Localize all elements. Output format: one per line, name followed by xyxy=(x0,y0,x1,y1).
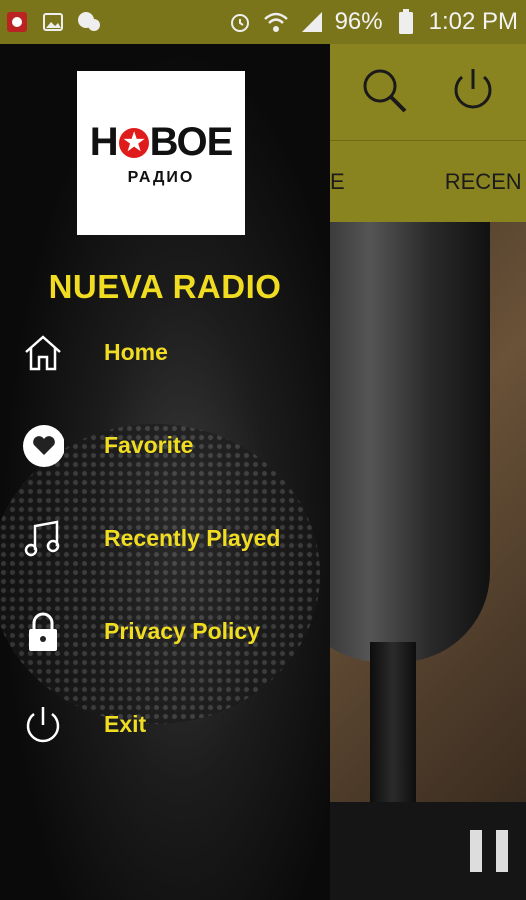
home-icon xyxy=(22,332,64,374)
pause-icon[interactable] xyxy=(470,830,508,872)
station-logo: Н ★ ВОЕ РАДИО xyxy=(77,71,245,235)
menu-item-recently-played[interactable]: Recently Played xyxy=(0,492,330,585)
battery-icon xyxy=(393,9,419,35)
alarm-icon xyxy=(227,9,253,35)
menu-item-privacy-policy[interactable]: Privacy Policy xyxy=(0,585,330,678)
menu-item-exit[interactable]: Exit xyxy=(0,678,330,771)
heart-icon xyxy=(22,424,64,467)
menu-label-privacy-policy: Privacy Policy xyxy=(104,618,260,644)
search-icon[interactable] xyxy=(358,64,410,121)
drawer-menu: Home Favorite Recently Played Privacy Po… xyxy=(0,306,330,771)
navigation-drawer: Н ★ ВОЕ РАДИО NUEVA RADIO Home Favorite Re… xyxy=(0,44,330,900)
chat-notification-icon xyxy=(76,9,102,35)
logo-wordmark: Н ★ ВОЕ xyxy=(89,119,234,164)
tab-recent[interactable]: RECEN xyxy=(445,169,522,195)
menu-label-home: Home xyxy=(104,339,168,365)
app-tabs: E RECEN xyxy=(330,140,526,222)
lock-icon xyxy=(22,611,64,653)
power-icon xyxy=(22,704,64,746)
player-bar xyxy=(330,802,526,900)
battery-percent: 96% xyxy=(334,8,383,35)
background-image xyxy=(330,222,526,802)
logo-subtitle: РАДИО xyxy=(127,168,195,186)
station-name: NUEVA RADIO xyxy=(48,268,282,305)
menu-label-favorite: Favorite xyxy=(104,432,194,458)
wifi-icon xyxy=(263,9,289,35)
app-notification-icon xyxy=(4,9,30,35)
signal-icon xyxy=(299,9,325,35)
power-icon[interactable] xyxy=(448,65,498,120)
app-toolbar xyxy=(330,44,526,140)
clock: 1:02 PM xyxy=(428,8,518,35)
image-notification-icon xyxy=(40,9,66,35)
status-bar: 96% 1:02 PM xyxy=(0,0,526,44)
menu-label-exit: Exit xyxy=(104,711,147,737)
menu-item-home[interactable]: Home xyxy=(0,306,330,399)
music-note-icon xyxy=(22,518,64,560)
menu-label-recently-played: Recently Played xyxy=(104,525,281,551)
tab-partial[interactable]: E xyxy=(330,169,345,195)
menu-item-favorite[interactable]: Favorite xyxy=(0,399,330,492)
